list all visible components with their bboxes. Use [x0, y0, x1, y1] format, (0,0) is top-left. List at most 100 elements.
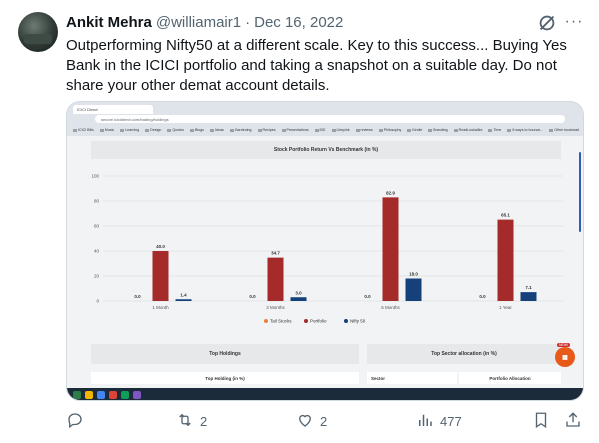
tweet-text: Outperforming Nifty50 at a different sca…	[66, 37, 567, 94]
bookmark-label: 8 ways to bounce...	[512, 128, 544, 132]
bookmark-label: Blogs	[194, 128, 204, 132]
folder-icon	[120, 128, 125, 132]
avatar[interactable]	[18, 12, 58, 52]
editor-icon	[133, 391, 141, 399]
new-tag: NEW!	[557, 343, 571, 347]
retweet-icon	[176, 411, 194, 432]
x-tick-label: 1 Month	[152, 305, 169, 310]
bar-nifty-50	[520, 292, 537, 301]
tweet-date[interactable]: Dec 16, 2022	[254, 14, 343, 31]
reply-button[interactable]	[66, 410, 90, 432]
folder-icon	[355, 128, 360, 132]
new-feature-badge: ▦	[555, 347, 575, 367]
return-chart: 0 20 40 60 80 100 0.0 40.0 1.4 1 Month 0.0 34.7 3.0 3…	[81, 166, 569, 338]
views-button[interactable]: 477	[416, 410, 462, 432]
bookmark-label: Music	[104, 128, 115, 132]
retweet-button[interactable]: 2	[176, 410, 207, 432]
legend-label: Portfolio	[310, 319, 327, 324]
data-label: 40.0	[156, 244, 165, 249]
bookmark-item: Other bookmarks	[549, 128, 579, 132]
author-handle[interactable]: @williamair1	[156, 14, 241, 31]
tweet-media-screenshot[interactable]: ICICI Direct secure.icicidirect.com/trad…	[66, 101, 584, 401]
bookmark-icon	[532, 411, 550, 432]
bookmark-item: Recipes	[257, 128, 276, 132]
legend-label: Tail Stocks	[270, 319, 292, 324]
return-chart-svg: 0 20 40 60 80 100 0.0 40.0 1.4 1 Month 0.0 34.7 3.0 3…	[91, 174, 563, 324]
bookmark-item: Branding	[428, 128, 448, 132]
views-count: 477	[440, 413, 462, 429]
folder-icon	[145, 128, 150, 132]
data-label: 0.0	[364, 294, 371, 299]
browser-icon	[97, 391, 105, 399]
bar-portfolio	[152, 251, 169, 301]
author-name[interactable]: Ankit Mehra	[66, 14, 152, 31]
legend-marker	[264, 319, 268, 323]
browser-tab: ICICI Direct	[73, 105, 153, 114]
bookmark-label: Design	[150, 128, 162, 132]
bookmark-item: 8 ways to bounce...	[507, 128, 543, 132]
like-button[interactable]: 2	[296, 410, 327, 432]
separator-dot: ·	[245, 13, 251, 31]
like-icon	[296, 411, 314, 432]
data-label: 18.0	[409, 272, 418, 277]
portfolio-allocation-column-header: Portfolio Allocation	[459, 372, 561, 384]
reply-icon	[66, 411, 84, 432]
bookmark-item: Time	[488, 128, 501, 132]
folder-icon	[314, 128, 319, 132]
bar-portfolio	[497, 219, 514, 301]
folder-icon	[189, 128, 194, 132]
folder-icon	[229, 128, 234, 132]
bookmark-label: Libsylnk	[336, 128, 350, 132]
retweet-count: 2	[200, 413, 208, 429]
bookmark-label: Ideas	[214, 128, 224, 132]
y-tick-label: 60	[94, 224, 100, 229]
folder-icon	[488, 128, 493, 132]
bookmark-item: Quotes	[167, 128, 184, 132]
browser-chrome: ICICI Direct secure.icicidirect.com/trad…	[67, 102, 583, 136]
bookmark-item: Libsylnk	[331, 128, 350, 132]
bar-portfolio	[267, 257, 284, 301]
bookmark-button[interactable]	[532, 410, 550, 432]
data-label: 34.7	[271, 251, 280, 256]
top-holding-pct-header: Top Holding (in %)	[91, 372, 359, 384]
y-tick-label: 20	[94, 274, 100, 279]
legend-label: Nifty 50	[350, 319, 366, 324]
folder-icon	[209, 128, 214, 132]
x-tick-label: 1 Year	[499, 305, 512, 310]
folder-icon	[428, 128, 433, 132]
data-label: 7.1	[525, 285, 532, 290]
folder-icon	[257, 128, 262, 132]
folder-icon	[331, 128, 336, 132]
folder-icon	[453, 128, 458, 132]
bookmark-label: Presentations	[286, 128, 309, 132]
scrollbar-thumb	[579, 152, 581, 232]
share-button[interactable]	[564, 410, 582, 432]
folder-icon	[549, 128, 554, 132]
tweet-actions: 2 2 477	[66, 410, 586, 432]
sector-column-header: Sector	[367, 372, 457, 384]
grok-icon[interactable]	[536, 12, 558, 34]
bar-nifty-50	[175, 299, 192, 301]
bookmark-label: Recipes	[262, 128, 276, 132]
bookmark-label: Gardening	[234, 128, 252, 132]
terminal-icon	[121, 391, 129, 399]
data-label: 3.0	[295, 290, 302, 295]
bookmark-label: Kindle	[412, 128, 423, 132]
chart-card-title: Stock Portfolio Return Vs Benchmark (in …	[91, 141, 561, 159]
bar-nifty-50	[290, 297, 307, 301]
bookmark-label: Philosophy	[383, 128, 402, 132]
bookmark-label: ReadLookalike	[458, 128, 483, 132]
bookmark-item: Blogs	[189, 128, 204, 132]
bookmark-item: Design	[145, 128, 161, 132]
views-icon	[416, 411, 434, 432]
data-label: 1.4	[180, 292, 187, 297]
bookmark-label: ICICI Bills	[78, 128, 94, 132]
more-icon[interactable]: ···	[563, 12, 585, 34]
start-icon	[73, 391, 81, 399]
top-sector-card: Top Sector allocation (in %)	[367, 344, 561, 364]
data-label: 0.0	[479, 294, 486, 299]
bookmark-label: Other bookmarks	[554, 128, 579, 132]
bookmark-item: ReadLookalike	[453, 128, 483, 132]
top-holdings-card: Top Holdings	[91, 344, 359, 364]
folder-icon	[407, 128, 412, 132]
